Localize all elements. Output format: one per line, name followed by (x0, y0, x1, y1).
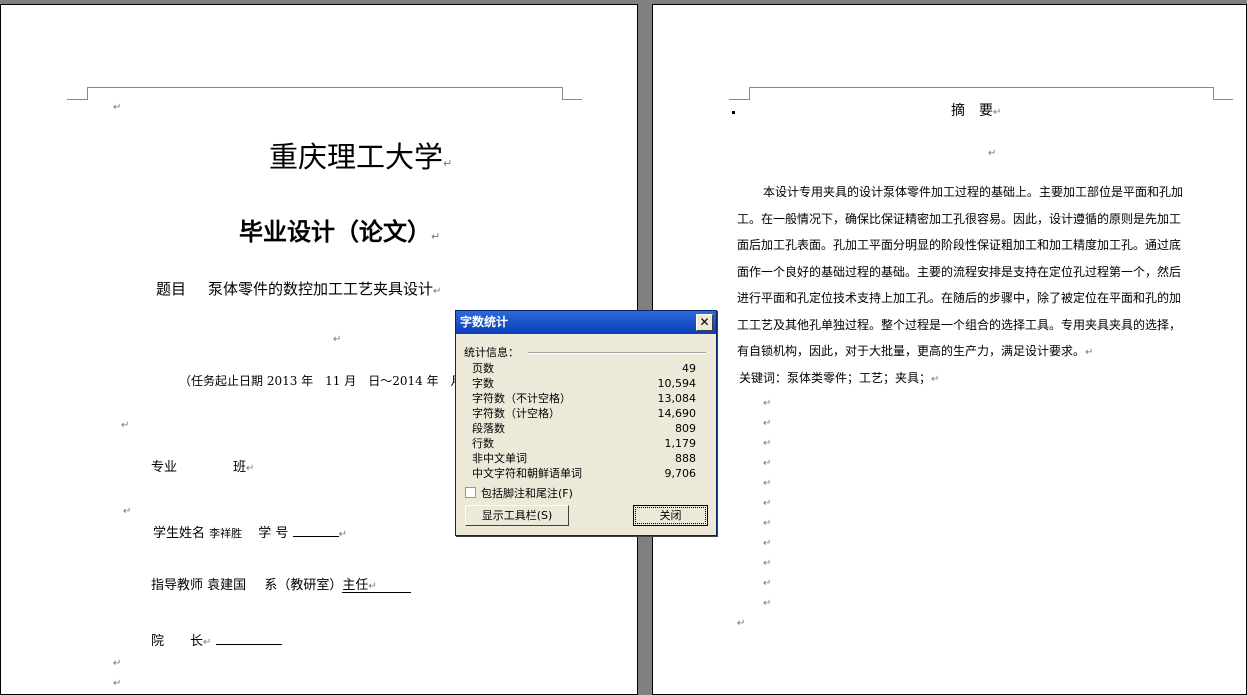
student-line: 学生姓名 李祥胜 学 号 ↵ (153, 524, 347, 541)
stat-label: 段落数 (472, 422, 505, 435)
paragraph-mark: ↵ (123, 506, 132, 517)
include-footnotes-label[interactable]: 包括脚注和尾注(F) (481, 485, 573, 501)
topic-label: 题目 (156, 280, 187, 298)
topic-line: 题目 泵体零件的数控加工工艺夹具设计↵ (156, 280, 442, 298)
stat-row-words: 字数 10,594 (472, 376, 696, 391)
stat-value: 14,690 (657, 407, 697, 420)
paragraph-mark: ↵ (988, 148, 997, 159)
stat-label: 字符数（计空格） (472, 407, 560, 420)
student-label: 学生姓名 (153, 526, 206, 541)
show-toolbar-button[interactable]: 显示工具栏(S) (465, 505, 569, 526)
dept-label: 系（教研室） (264, 578, 343, 593)
class-label: 班 (233, 460, 247, 475)
abstract-line: 面后加工孔表面。孔加工平面分明显的阶段性保证粗加工和加工精度加工孔。通过底 (737, 238, 1182, 252)
student-name: 李祥胜 (209, 527, 243, 540)
advisor-line: 指导教师 袁建国 系（教研室）主任↵ (151, 577, 411, 595)
word-count-dialog[interactable]: 字数统计 ✕ 统计信息： 页数 49 字数 10,594 字符数（不计空格） 1… (455, 310, 717, 536)
dean-line: 院 长↵ (151, 632, 282, 651)
thesis-type-title: 毕业设计（论文）↵ (239, 218, 441, 246)
advisor-name: 袁建国 (207, 578, 247, 593)
stat-value: 10,594 (657, 377, 697, 390)
stat-value: 49 (682, 362, 696, 375)
header-tick-left (87, 87, 88, 99)
include-footnotes-checkbox[interactable] (465, 487, 476, 498)
topic-value: 泵体零件的数控加工工艺夹具设计 (208, 280, 434, 298)
stat-row-lines: 行数 1,179 (472, 436, 696, 451)
abstract-body: 本设计专用夹具的设计泵体零件加工过程的基础上。主要加工部位是平面和孔加 工。在一… (737, 179, 1217, 365)
header-tick-right (562, 87, 563, 99)
dept-role-field[interactable]: 主任↵ (342, 577, 411, 593)
paragraph-mark: ↵ (763, 478, 772, 489)
stat-row-cjk-chars: 中文字符和朝鲜语单词 9,706 (472, 466, 696, 481)
paragraph-mark: ↵ (763, 538, 772, 549)
dialog-title-bar[interactable]: 字数统计 (456, 311, 716, 334)
paragraph-mark: ↵ (113, 658, 122, 669)
paragraph-mark: ↵ (763, 518, 772, 529)
dean-field[interactable] (215, 632, 282, 645)
header-tick-left (749, 87, 750, 99)
stats-group-divider (528, 352, 706, 354)
stats-group-label: 统计信息： (464, 346, 519, 359)
university-title: 重庆理工大学↵ (269, 140, 453, 174)
close-button[interactable]: 关闭 (633, 505, 708, 526)
abstract-line: 进行平面和孔定位技术支持上加工孔。在随后的步骤中，除了被定位在平面和孔的加 (737, 291, 1182, 305)
abstract-line: 有自锁机构，因此，对于大批量，更高的生产力，满足设计要求。 (737, 344, 1086, 358)
keywords-line: 关键词：泵体类零件；工艺；夹具；↵ (739, 371, 940, 385)
student-no-field[interactable] (292, 524, 339, 537)
paragraph-mark: ↵ (737, 618, 746, 629)
paragraph-mark: ↵ (113, 102, 122, 113)
paragraph-mark: ↵ (763, 598, 772, 609)
task-period: （任务起止日期 2013 年 11 月 日～2014 年 月 (179, 374, 463, 388)
abstract-line: 工。在一般情况下，确保比保证精密加工孔很容易。因此，设计遵循的原则是先加工 (737, 211, 1182, 226)
paragraph-mark: ↵ (121, 420, 130, 431)
stat-row-pages: 页数 49 (472, 361, 696, 376)
document-page-right[interactable]: 摘 要↵ ↵ 本设计专用夹具的设计泵体零件加工过程的基础上。主要加工部位是平面和… (652, 4, 1247, 695)
stat-row-chars-with-spaces: 字符数（计空格） 14,690 (472, 406, 696, 421)
header-rule (749, 87, 1214, 88)
stat-value: 1,179 (664, 437, 697, 450)
stat-value: 809 (675, 422, 696, 435)
abstract-title: 摘 要↵ (951, 103, 1002, 119)
abstract-line: 工工艺及其他孔单独过程。整个过程是一个组合的选择工具。专用夹具夹具的选择， (737, 317, 1182, 332)
abstract-line: 本设计专用夹具的设计泵体零件加工过程的基础上。主要加工部位是平面和孔加 (763, 185, 1184, 199)
abstract-line: 面作一个良好的基础过程的基础。主要的流程安排是支持在定位孔过程第一个，然后 (737, 264, 1182, 279)
header-rule-right (562, 99, 582, 100)
paragraph-mark: ↵ (763, 578, 772, 589)
dean-label: 院 长 (151, 634, 204, 649)
bullet-dot (732, 111, 735, 114)
major-label: 专业 (151, 460, 178, 475)
stat-label: 行数 (472, 437, 494, 450)
paragraph-mark: ↵ (763, 458, 772, 469)
header-rule-left (729, 99, 750, 100)
header-rule (87, 87, 563, 88)
stat-value: 9,706 (664, 467, 697, 480)
paragraph-mark: ↵ (763, 558, 772, 569)
close-icon[interactable]: ✕ (696, 314, 713, 331)
stat-row-chars-no-spaces: 字符数（不计空格） 13,084 (472, 391, 696, 406)
paragraph-mark: ↵ (763, 418, 772, 429)
stat-label: 字数 (472, 377, 494, 390)
close-button-label: 关闭 (635, 507, 706, 524)
paragraph-mark: ↵ (333, 334, 342, 345)
stat-value: 13,084 (657, 392, 697, 405)
dialog-title: 字数统计 (460, 315, 509, 329)
stat-value: 888 (675, 452, 696, 465)
major-line: 专业 班↵ (151, 460, 255, 475)
header-tick-right (1213, 87, 1214, 99)
paragraph-mark: ↵ (113, 678, 122, 689)
stat-label: 非中文单词 (472, 452, 527, 465)
header-rule-right (1213, 99, 1233, 100)
paragraph-mark: ↵ (763, 438, 772, 449)
paragraph-mark: ↵ (763, 398, 772, 409)
stat-label: 页数 (472, 362, 494, 375)
stat-label: 字符数（不计空格） (472, 392, 571, 405)
stat-row-non-chinese-words: 非中文单词 888 (472, 451, 696, 466)
header-rule-left (67, 99, 88, 100)
advisor-label: 指导教师 (151, 578, 204, 593)
student-no-label: 学 号 (258, 526, 289, 541)
paragraph-mark: ↵ (763, 498, 772, 509)
stat-row-paragraphs: 段落数 809 (472, 421, 696, 436)
stat-label: 中文字符和朝鲜语单词 (472, 467, 582, 480)
